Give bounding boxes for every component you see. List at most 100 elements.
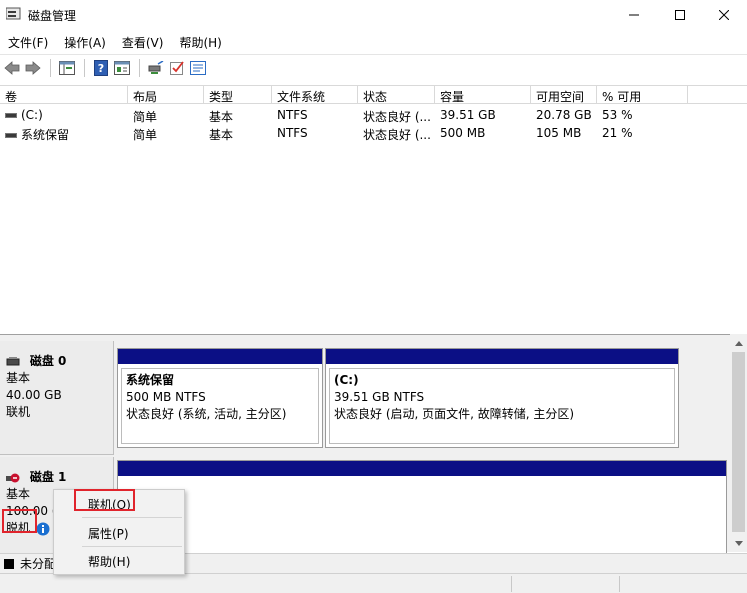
- title-bar: 磁盘管理: [0, 0, 747, 30]
- menu-separator: [82, 546, 182, 547]
- volume-cell: 系统保留: [0, 124, 128, 142]
- disk-size: 40.00 GB: [6, 388, 62, 402]
- svg-text:?: ?: [98, 62, 104, 75]
- column-header-percent-free[interactable]: % 可用: [597, 86, 688, 104]
- menu-file[interactable]: 文件(F): [0, 31, 56, 53]
- console-tree-icon: [59, 60, 75, 75]
- toolbar-separator: [84, 58, 85, 77]
- menu-separator: [82, 517, 182, 518]
- chevron-down-icon: [734, 540, 743, 546]
- free-space-cell: 20.78 GB: [536, 108, 592, 122]
- rescan-disks-icon: [148, 60, 164, 74]
- disk-icon: [6, 356, 20, 365]
- volume-name: 系统保留: [21, 128, 70, 142]
- show-hide-tree-button[interactable]: [57, 58, 77, 78]
- percent-free-cell: 21 %: [602, 126, 633, 140]
- forward-arrow-icon: [25, 60, 41, 75]
- partition-c-drive[interactable]: (C:) 39.51 GB NTFS 状态良好 (启动, 页面文件, 故障转储,…: [325, 348, 679, 448]
- status-bar: [0, 573, 747, 593]
- toolbar: ?: [0, 54, 747, 80]
- back-button[interactable]: [2, 58, 22, 78]
- menu-item-properties[interactable]: 属性(P): [88, 525, 129, 542]
- layout-cell: 简单: [133, 110, 158, 124]
- scroll-up-button[interactable]: [730, 336, 747, 350]
- column-header-volume[interactable]: 卷: [0, 86, 128, 104]
- partition-name: 系统保留: [126, 373, 175, 387]
- info-icon[interactable]: [36, 522, 50, 536]
- status-cell: 状态良好 (...: [363, 128, 431, 142]
- rescan-button[interactable]: [146, 58, 166, 78]
- unallocated-swatch: [4, 558, 14, 569]
- help-button[interactable]: ?: [91, 58, 111, 78]
- partition-system-reserved[interactable]: 系统保留 500 MB NTFS 状态良好 (系统, 活动, 主分区): [117, 348, 323, 448]
- close-icon: [719, 10, 729, 20]
- properties-view-icon: [114, 60, 130, 75]
- settings-list-icon: [190, 60, 206, 75]
- partition-band: [326, 349, 678, 364]
- back-arrow-icon: [4, 60, 20, 75]
- disk-pane-scrollbar[interactable]: [730, 334, 747, 552]
- drive-icon: [5, 133, 17, 138]
- help-icon: ?: [94, 59, 108, 76]
- partition-info: (C:) 39.51 GB NTFS 状态良好 (启动, 页面文件, 故障转储,…: [329, 368, 675, 444]
- properties-button[interactable]: [112, 58, 132, 78]
- check-icon: [170, 60, 184, 75]
- disk-0-label[interactable]: 磁盘 0 基本 40.00 GB 联机: [0, 341, 114, 455]
- type-cell: 基本: [209, 110, 234, 124]
- chevron-up-icon: [734, 340, 743, 346]
- disk-1-unallocated-area[interactable]: [117, 460, 727, 553]
- partition-status: 状态良好 (启动, 页面文件, 故障转储, 主分区): [334, 407, 575, 421]
- layout-cell: 简单: [133, 128, 158, 142]
- filesystem-cell: NTFS: [277, 108, 308, 122]
- highlight-offline-state: [2, 509, 37, 533]
- menu-action[interactable]: 操作(A): [56, 31, 114, 53]
- disk-management-icon: [6, 7, 21, 20]
- maximize-button[interactable]: [657, 0, 703, 30]
- toolbar-separator: [50, 58, 51, 77]
- disk-type: 基本: [6, 371, 31, 385]
- volume-name: (C:): [21, 108, 43, 122]
- minimize-icon: [629, 14, 639, 16]
- capacity-cell: 39.51 GB: [440, 108, 496, 122]
- column-header-filesystem[interactable]: 文件系统: [272, 86, 358, 104]
- menu-bar: 文件(F) 操作(A) 查看(V) 帮助(H): [0, 31, 747, 53]
- highlight-online-item: [74, 489, 135, 511]
- drive-icon: [5, 113, 17, 118]
- table-row[interactable]: 系统保留 简单 基本 NTFS 状态良好 (... 500 MB 105 MB …: [0, 124, 747, 142]
- column-header-free-space[interactable]: 可用空间: [531, 86, 597, 104]
- partition-status: 状态良好 (系统, 活动, 主分区): [126, 407, 287, 421]
- minimize-button[interactable]: [611, 0, 657, 30]
- partition-size: 39.51 GB NTFS: [334, 390, 425, 404]
- settings-button[interactable]: [188, 58, 208, 78]
- status-bar-divider: [619, 576, 620, 592]
- free-space-cell: 105 MB: [536, 126, 582, 140]
- partition-band: [118, 349, 322, 364]
- volume-cell: (C:): [0, 106, 128, 124]
- forward-button[interactable]: [23, 58, 43, 78]
- menu-help[interactable]: 帮助(H): [171, 31, 229, 53]
- column-header-capacity[interactable]: 容量: [435, 86, 531, 104]
- partition-name: (C:): [334, 373, 359, 387]
- disk-name: 磁盘 1: [29, 470, 67, 484]
- column-header-type[interactable]: 类型: [204, 86, 272, 104]
- table-row[interactable]: (C:) 简单 基本 NTFS 状态良好 (... 39.51 GB 20.78…: [0, 106, 747, 124]
- disk-name: 磁盘 0: [29, 354, 67, 368]
- scroll-down-button[interactable]: [730, 536, 747, 550]
- volume-list: 卷 布局 类型 文件系统 状态 容量 可用空间 % 可用 (C:) 简单 基本 …: [0, 85, 747, 330]
- column-header-layout[interactable]: 布局: [128, 86, 204, 104]
- close-button[interactable]: [701, 0, 747, 30]
- toolbar-separator: [139, 58, 140, 77]
- capacity-cell: 500 MB: [440, 126, 486, 140]
- menu-view[interactable]: 查看(V): [114, 31, 172, 53]
- menu-item-help[interactable]: 帮助(H): [88, 553, 130, 570]
- partition-info: 系统保留 500 MB NTFS 状态良好 (系统, 活动, 主分区): [121, 368, 319, 444]
- column-header-status[interactable]: 状态: [358, 86, 435, 104]
- disk-state: 联机: [6, 405, 31, 419]
- scroll-thumb[interactable]: [732, 352, 745, 532]
- filesystem-cell: NTFS: [277, 126, 308, 140]
- check-button[interactable]: [167, 58, 187, 78]
- partition-size: 500 MB NTFS: [126, 390, 206, 404]
- partition-band: [118, 461, 726, 476]
- volume-list-header: 卷 布局 类型 文件系统 状态 容量 可用空间 % 可用: [0, 86, 747, 104]
- status-bar-divider: [511, 576, 512, 592]
